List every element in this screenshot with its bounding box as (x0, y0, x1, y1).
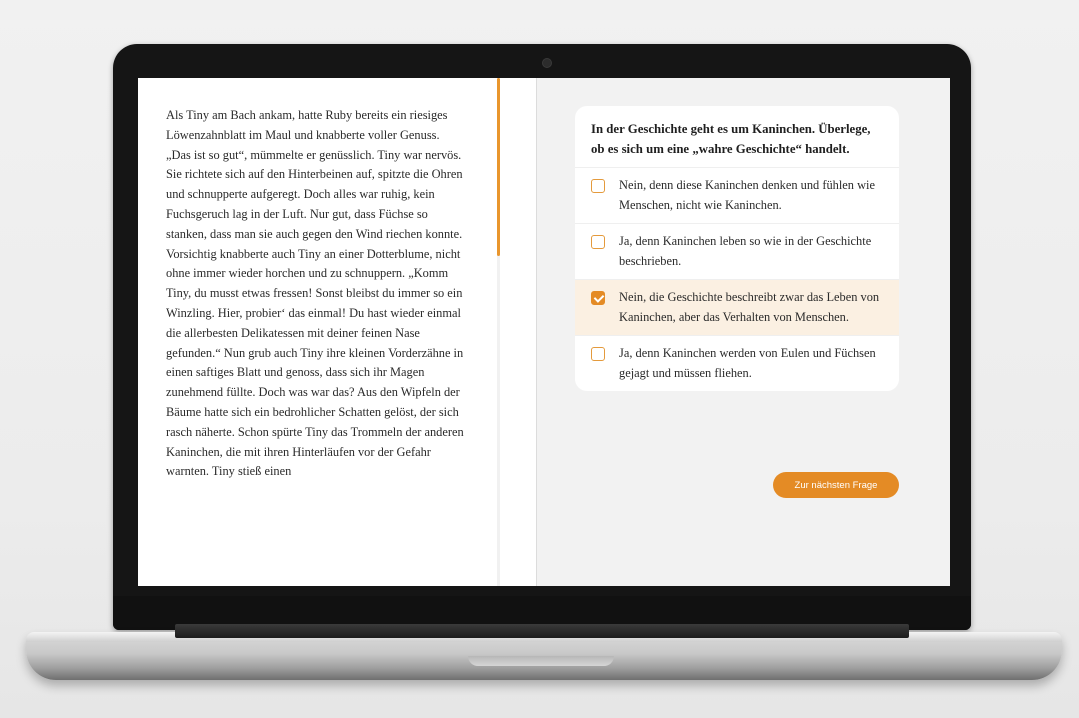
question-card: In der Geschichte geht es um Kaninchen. … (575, 106, 899, 391)
checkbox-icon[interactable] (591, 179, 605, 193)
answer-option-label: Nein, die Geschichte beschreibt zwar das… (619, 290, 880, 324)
laptop-screen: Als Tiny am Bach ankam, hatte Ruby berei… (138, 78, 950, 586)
question-text: In der Geschichte geht es um Kaninchen. … (591, 122, 871, 156)
scrollbar-thumb[interactable] (497, 78, 500, 256)
answer-option-1[interactable]: Nein, denn diese Kaninchen denken und fü… (575, 167, 899, 223)
answer-option-2[interactable]: Ja, denn Kaninchen leben so wie in der G… (575, 223, 899, 279)
laptop-hinge (175, 624, 909, 638)
answer-option-3[interactable]: Nein, die Geschichte beschreibt zwar das… (575, 279, 899, 335)
webcam (542, 58, 552, 68)
answer-option-label: Nein, denn diese Kaninchen denken und fü… (619, 178, 875, 212)
text-fade-overlay (138, 546, 536, 586)
answer-option-4[interactable]: Ja, denn Kaninchen werden von Eulen und … (575, 335, 899, 391)
question-pane: In der Geschichte geht es um Kaninchen. … (537, 78, 950, 586)
checkbox-icon[interactable] (591, 235, 605, 249)
trackpad-notch (468, 656, 614, 666)
answer-option-label: Ja, denn Kaninchen werden von Eulen und … (619, 346, 876, 380)
checkbox-icon[interactable] (591, 291, 605, 305)
reading-pane: Als Tiny am Bach ankam, hatte Ruby berei… (138, 78, 536, 586)
story-text: Als Tiny am Bach ankam, hatte Ruby berei… (166, 108, 464, 479)
answer-option-label: Ja, denn Kaninchen leben so wie in der G… (619, 234, 872, 268)
next-question-button[interactable]: Zur nächsten Frage (773, 472, 899, 498)
checkbox-icon[interactable] (591, 347, 605, 361)
